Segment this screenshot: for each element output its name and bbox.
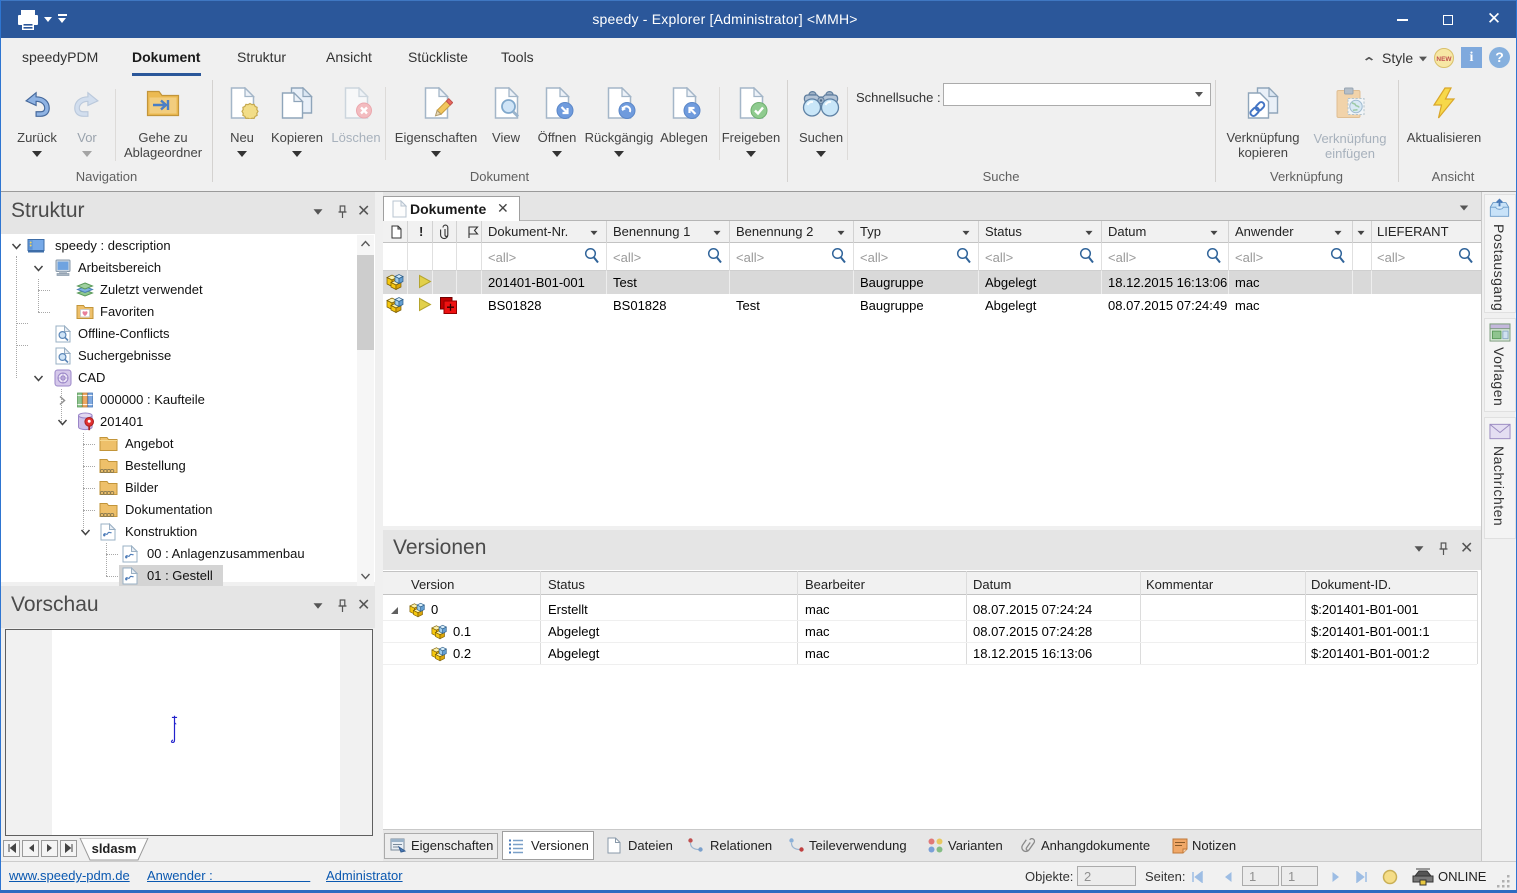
svg-text:sldasm: sldasm bbox=[92, 841, 137, 856]
svg-text:NEW: NEW bbox=[1436, 56, 1452, 63]
